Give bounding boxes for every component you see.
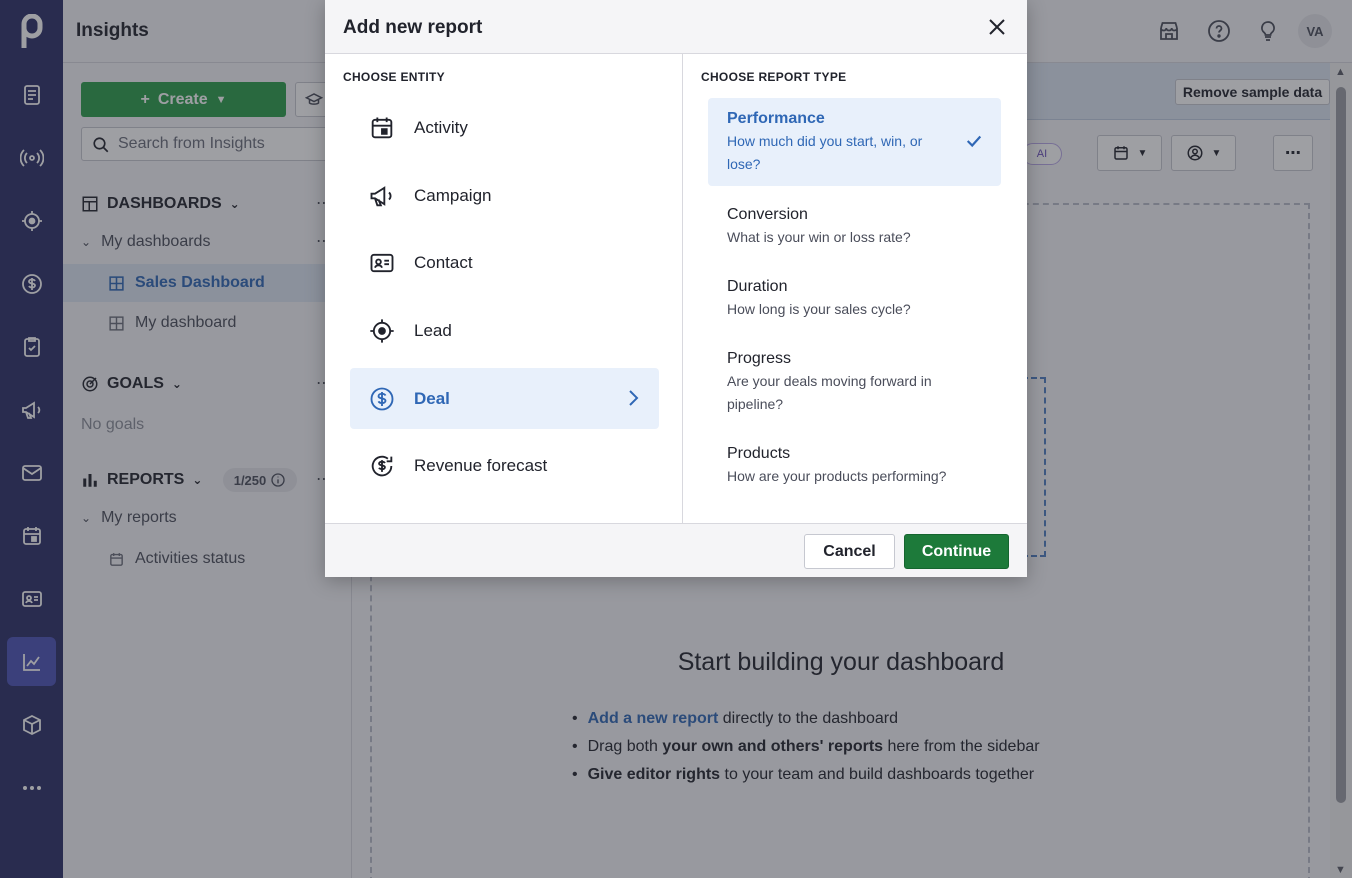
checkmark-icon [966,135,982,148]
report-type-name: Progress [727,350,792,367]
report-type-name: Duration [727,278,788,295]
cancel-button[interactable]: Cancel [804,534,895,569]
target-icon [370,318,394,343]
entity-option-activity[interactable]: Activity [350,97,659,158]
megaphone-icon [370,185,392,206]
entity-option-contact[interactable]: Contact [350,232,659,293]
report-type-desc: How long is your sales cycle? [727,301,911,317]
add-report-modal: Add new report CHOOSE ENTITY Activity Ca… [325,0,1027,577]
close-icon[interactable] [987,17,1007,37]
report-type-duration[interactable]: Duration How long is your sales cycle? [708,266,1001,331]
entity-label: Contact [414,252,473,272]
report-type-name: Products [727,445,791,462]
report-type-name: Performance [727,110,825,127]
choose-report-type-label: CHOOSE REPORT TYPE [701,70,847,84]
entity-option-revenue-forecast[interactable]: Revenue forecast [350,435,659,496]
report-type-name: Conversion [727,206,808,223]
entity-label: Lead [414,320,452,340]
dollar-circle-icon [370,387,394,410]
choose-entity-label: CHOOSE ENTITY [343,70,445,84]
modal-header: Add new report [325,0,1027,54]
report-type-desc: What is your win or loss rate? [727,229,911,245]
report-type-progress[interactable]: Progress Are your deals moving forward i… [708,338,1001,426]
entity-option-lead[interactable]: Lead [350,300,659,361]
report-type-desc: How much did you start, win, or lose? [727,133,923,172]
report-type-column: CHOOSE REPORT TYPE Performance How much … [683,54,1027,523]
chevron-right-icon [629,390,639,406]
report-type-performance[interactable]: Performance How much did you start, win,… [708,98,1001,186]
report-type-desc: Are your deals moving forward in pipelin… [727,373,932,412]
entity-option-deal[interactable]: Deal [350,368,659,429]
entity-label: Revenue forecast [414,455,548,475]
report-type-conversion[interactable]: Conversion What is your win or loss rate… [708,194,1001,259]
entity-column: CHOOSE ENTITY Activity Campaign Contact … [325,54,683,523]
modal-title: Add new report [343,17,483,38]
revenue-forecast-icon [371,455,393,476]
contact-card-icon [370,253,394,272]
continue-button[interactable]: Continue [904,534,1009,569]
report-type-desc: How are your products performing? [727,468,947,484]
modal-body: CHOOSE ENTITY Activity Campaign Contact … [325,54,1027,523]
calendar-icon [371,117,393,138]
entity-label: Deal [414,388,450,408]
entity-option-campaign[interactable]: Campaign [350,165,659,226]
entity-label: Campaign [414,185,492,205]
entity-label: Activity [414,117,468,137]
modal-footer: Cancel Continue [325,523,1027,577]
report-type-products[interactable]: Products How are your products performin… [708,433,1001,498]
